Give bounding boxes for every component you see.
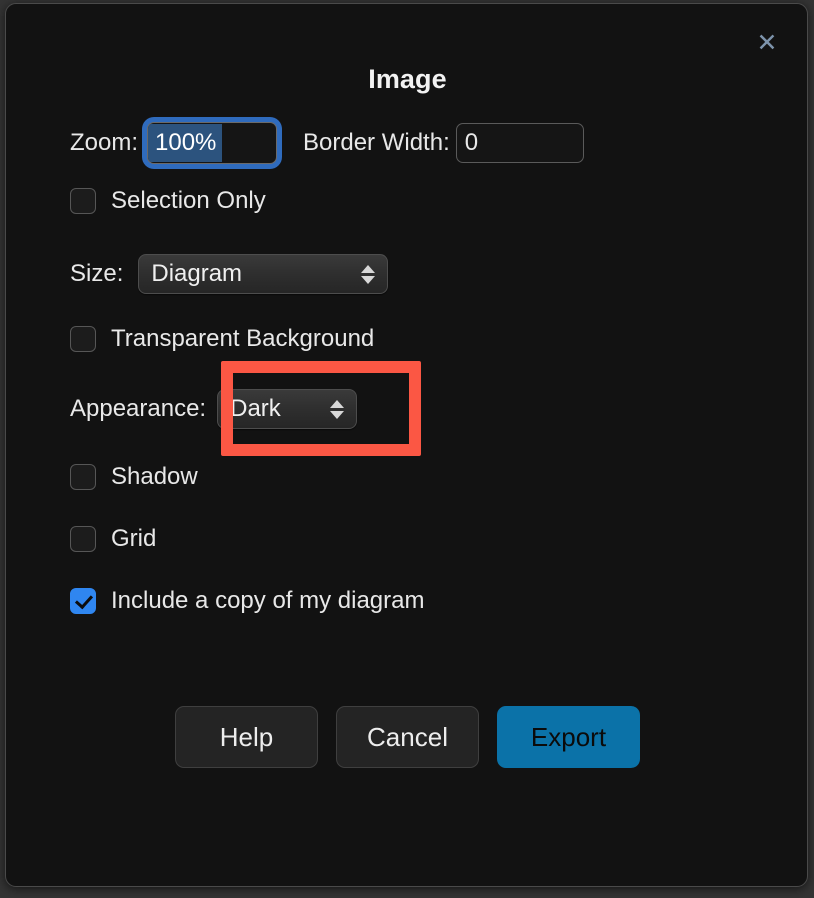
shadow-label: Shadow xyxy=(111,463,198,491)
dialog-button-bar: Help Cancel Export xyxy=(6,706,808,768)
selection-only-label: Selection Only xyxy=(111,187,266,215)
appearance-row: Appearance: Dark xyxy=(70,389,357,429)
grid-checkbox[interactable] xyxy=(70,526,96,552)
border-width-label: Border Width: xyxy=(303,129,450,157)
dialog-title: Image xyxy=(6,64,808,95)
transparent-background-checkbox[interactable] xyxy=(70,326,96,352)
desktop-backdrop: ✕ Image Zoom: 100% Border Width: Selecti… xyxy=(0,0,814,898)
size-label: Size: xyxy=(70,260,123,288)
transparent-background-row[interactable]: Transparent Background xyxy=(70,325,374,353)
zoom-label: Zoom: xyxy=(70,129,138,157)
include-copy-row[interactable]: Include a copy of my diagram xyxy=(70,587,425,615)
include-copy-checkbox[interactable] xyxy=(70,588,96,614)
grid-row[interactable]: Grid xyxy=(70,525,156,553)
selection-only-checkbox[interactable] xyxy=(70,188,96,214)
border-width-input[interactable] xyxy=(456,123,584,163)
shadow-row[interactable]: Shadow xyxy=(70,463,198,491)
size-row: Size: Diagram xyxy=(70,254,388,294)
export-button[interactable]: Export xyxy=(497,706,640,768)
help-button[interactable]: Help xyxy=(175,706,318,768)
appearance-select[interactable]: Dark xyxy=(217,389,357,429)
shadow-checkbox[interactable] xyxy=(70,464,96,490)
appearance-select-value: Dark xyxy=(230,395,312,423)
image-export-dialog: ✕ Image Zoom: 100% Border Width: Selecti… xyxy=(5,3,808,887)
zoom-input-focus-ring: 100% xyxy=(142,117,282,169)
include-copy-label: Include a copy of my diagram xyxy=(111,587,425,615)
cancel-button[interactable]: Cancel xyxy=(336,706,479,768)
transparent-background-label: Transparent Background xyxy=(111,325,374,353)
stepper-arrows-icon xyxy=(330,400,344,419)
zoom-input-value: 100% xyxy=(148,124,222,162)
zoom-border-row: Zoom: 100% Border Width: xyxy=(70,117,584,169)
size-select-value: Diagram xyxy=(151,260,343,288)
grid-label: Grid xyxy=(111,525,156,553)
selection-only-row[interactable]: Selection Only xyxy=(70,187,266,215)
zoom-input[interactable]: 100% xyxy=(147,122,277,164)
stepper-arrows-icon xyxy=(361,265,375,284)
close-icon[interactable]: ✕ xyxy=(750,26,784,60)
appearance-label: Appearance: xyxy=(70,395,206,423)
size-select[interactable]: Diagram xyxy=(138,254,388,294)
